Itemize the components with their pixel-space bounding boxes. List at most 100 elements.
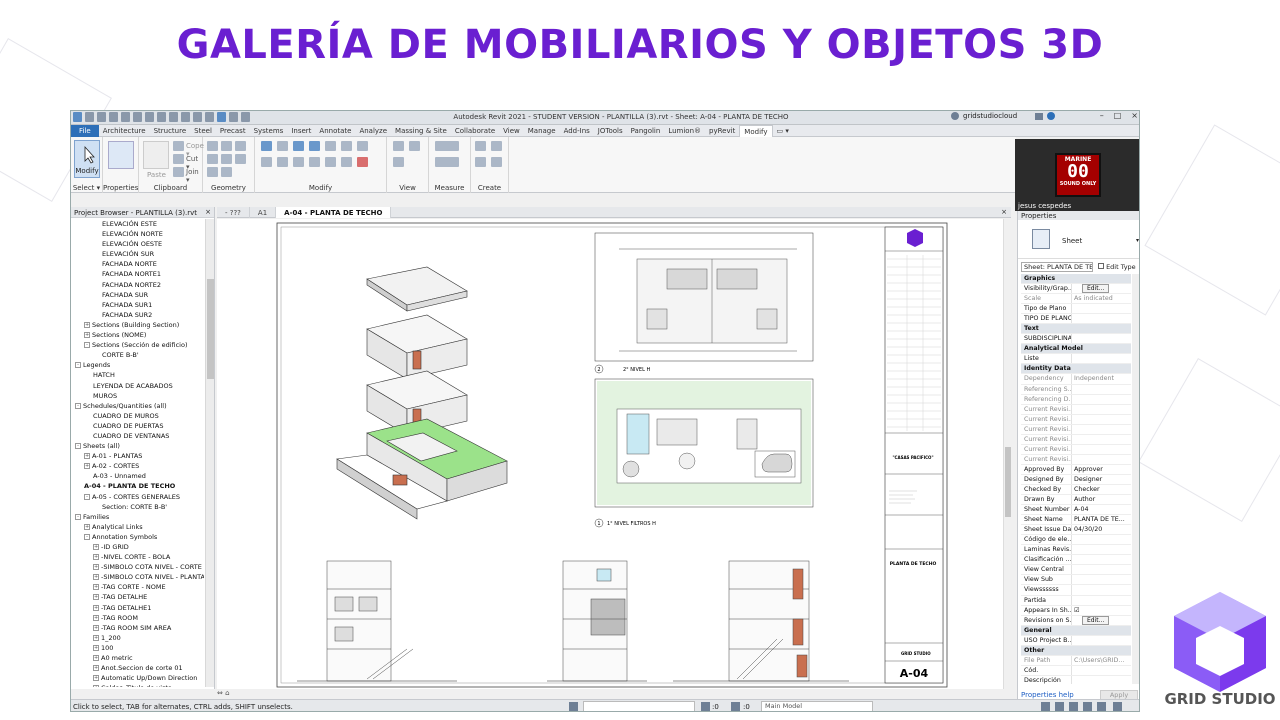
property-value[interactable] [1071, 555, 1131, 565]
properties-scrollbar[interactable] [1132, 274, 1139, 684]
browser-item[interactable]: A-04 - PLANTA DE TECHO [71, 481, 204, 491]
property-value[interactable] [1071, 384, 1131, 394]
browser-item[interactable]: ELEVACIÓN SUR [71, 249, 204, 259]
select-pinned-icon[interactable] [1069, 702, 1078, 711]
user-name[interactable]: gridstudiocloud [963, 112, 1017, 120]
dimension-icon[interactable] [169, 112, 178, 122]
create-assembly-icon[interactable] [475, 141, 486, 151]
browser-item[interactable]: +100 [71, 643, 204, 653]
geometry-tool-icon[interactable] [235, 154, 246, 164]
expand-icon[interactable]: + [93, 644, 99, 651]
property-value[interactable] [1071, 635, 1131, 645]
browser-item[interactable]: + Analytical Links [71, 522, 204, 532]
mirror-axis-icon[interactable] [293, 141, 304, 151]
split-icon[interactable] [325, 141, 336, 151]
ribbon-tab[interactable]: Modify [739, 125, 773, 137]
pin-icon[interactable] [341, 141, 352, 151]
property-row[interactable]: SUBDISCIPLINA [1021, 334, 1131, 345]
expand-icon[interactable]: + [93, 584, 99, 591]
property-row[interactable]: Approved By Approver [1021, 464, 1131, 475]
collapse-icon[interactable]: - [75, 513, 81, 520]
geometry-tool-icon[interactable] [207, 167, 218, 177]
geometry-tool-icon[interactable] [221, 154, 232, 164]
property-row[interactable]: Visibility/Grap... Edit... [1021, 284, 1131, 295]
property-value[interactable]: A-04 [1071, 505, 1131, 515]
property-row[interactable]: Sheet Number A-04 [1021, 505, 1131, 516]
browser-item[interactable]: - Schedules/Quantities (all) [71, 401, 204, 411]
property-row[interactable]: Revisions on S... Edit... [1021, 615, 1131, 626]
collapse-icon[interactable]: - [75, 402, 81, 409]
property-value[interactable] [1071, 314, 1131, 324]
properties-icon[interactable] [108, 141, 134, 169]
property-value[interactable] [1071, 585, 1131, 595]
browser-item[interactable]: FACHADA SUR2 [71, 310, 204, 320]
measure-tool-icon[interactable] [435, 141, 459, 151]
expand-icon[interactable]: + [93, 614, 99, 621]
property-row[interactable]: Current Revisi... [1021, 444, 1131, 455]
property-row[interactable]: Current Revisi... [1021, 404, 1131, 415]
undo-icon[interactable] [121, 112, 130, 122]
browser-item[interactable]: + A-02 - CORTES [71, 461, 204, 471]
property-row[interactable]: Partida [1021, 595, 1131, 606]
property-value[interactable] [1071, 444, 1131, 454]
browser-item[interactable]: FACHADA NORTE2 [71, 280, 204, 290]
ribbon-tab[interactable]: Analyze [355, 125, 391, 137]
filter-icon[interactable] [701, 702, 710, 711]
browser-item[interactable]: CUADRO DE MUROS [71, 411, 204, 421]
scale-icon[interactable] [325, 157, 336, 167]
browser-item[interactable]: - Annotation Symbols [71, 532, 204, 542]
expand-icon[interactable]: + [93, 544, 99, 550]
minimize-button[interactable]: – [1100, 111, 1104, 120]
property-value[interactable] [1071, 535, 1131, 545]
view-tab-active[interactable]: A-04 - PLANTA DE TECHO [276, 207, 392, 218]
property-row[interactable]: Appears In Sh... ☑ [1021, 605, 1131, 616]
ribbon-tab[interactable]: Massing & Site [391, 125, 451, 137]
property-value[interactable]: 04/30/20 [1071, 525, 1131, 535]
property-row[interactable]: Viewssssss [1021, 585, 1131, 596]
instance-filter-select[interactable]: Sheet: PLANTA DE TE [1021, 262, 1093, 272]
property-value[interactable] [1071, 404, 1131, 414]
property-row[interactable]: Laminas Revis... [1021, 545, 1131, 556]
design-options-box[interactable] [583, 701, 695, 711]
property-value[interactable] [1071, 334, 1131, 344]
3d-view-icon[interactable] [193, 112, 202, 122]
ribbon-tab[interactable]: Manage [524, 125, 560, 137]
ribbon-tab[interactable]: Add-Ins [560, 125, 594, 137]
ribbon-tab[interactable]: pyRevit [705, 125, 739, 137]
drawing-area[interactable]: "CASAS PACIFICO" PLANTA DE TECHO GRID ST… [217, 219, 1011, 689]
create-similar-icon[interactable] [491, 157, 502, 167]
expand-icon[interactable]: + [84, 332, 90, 339]
property-row[interactable]: Current Revisi... [1021, 434, 1131, 445]
browser-item[interactable]: + -ID GRID [71, 542, 204, 552]
browser-item[interactable]: FACHADA SUR1 [71, 300, 204, 310]
cut-icon[interactable] [173, 154, 184, 164]
ribbon-tab[interactable]: Architecture [99, 125, 150, 137]
view-tab[interactable]: - ??? [217, 207, 250, 218]
expand-icon[interactable]: + [93, 655, 99, 662]
browser-item[interactable]: CORTE B-B' [71, 350, 204, 360]
property-value[interactable]: Edit... [1071, 284, 1131, 294]
property-value[interactable]: C:\Users\GRID... [1071, 655, 1131, 665]
expand-icon[interactable]: + [93, 554, 99, 561]
browser-item[interactable]: ELEVACIÓN ESTE [71, 219, 204, 229]
property-category[interactable]: Graphics [1021, 274, 1131, 285]
property-category[interactable]: Identity Data [1021, 364, 1131, 375]
array-icon[interactable] [357, 141, 368, 151]
geometry-tool-icon[interactable] [207, 141, 218, 151]
browser-item[interactable]: + Automatic Up/Down Direction [71, 673, 204, 683]
property-row[interactable]: Liste [1021, 354, 1131, 365]
property-row[interactable]: Tipo de Plano [1021, 304, 1131, 315]
property-row[interactable]: Designed By Designer [1021, 474, 1131, 485]
property-value[interactable]: Designer [1071, 474, 1131, 484]
edit-type-button[interactable]: Edit Type [1098, 263, 1136, 271]
expand-icon[interactable]: + [93, 564, 99, 571]
scrollbar-thumb[interactable] [207, 279, 214, 379]
worksets-icon[interactable] [569, 702, 578, 711]
property-row[interactable]: View Central [1021, 565, 1131, 576]
maximize-button[interactable]: □ [1114, 111, 1122, 120]
property-value[interactable]: Checker [1071, 484, 1131, 495]
property-row[interactable]: Referencing S... [1021, 384, 1131, 395]
delete-icon[interactable] [357, 157, 368, 167]
dimension-tool-icon[interactable] [435, 157, 459, 167]
view-control-bar[interactable]: ⇔ ⌂ [217, 689, 277, 699]
